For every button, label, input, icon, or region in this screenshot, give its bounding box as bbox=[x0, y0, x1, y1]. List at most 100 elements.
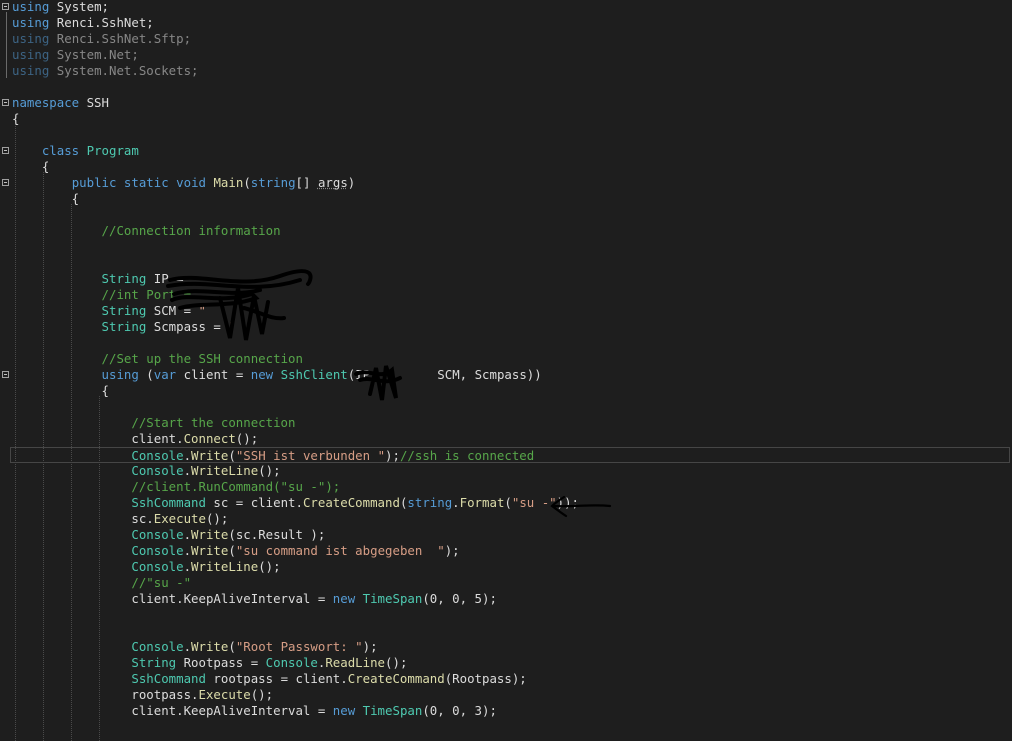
code-text: Console.Write("Root Passwort: "); bbox=[12, 639, 377, 655]
code-token: sc = client. bbox=[205, 495, 303, 510]
code-token: sc. bbox=[12, 511, 154, 526]
collapse-box-icon[interactable] bbox=[2, 147, 9, 154]
code-token: namespace bbox=[12, 95, 80, 110]
code-text: client.KeepAliveInterval = new TimeSpan(… bbox=[12, 591, 497, 607]
code-token: client.KeepAliveInterval = bbox=[12, 703, 333, 718]
code-token: public bbox=[71, 175, 117, 190]
code-token: (); bbox=[235, 431, 259, 446]
code-token: rootpass. bbox=[12, 687, 199, 702]
code-text: SshCommand rootpass = client.CreateComma… bbox=[12, 671, 526, 687]
code-token: . bbox=[183, 559, 192, 574]
code-token: Console bbox=[265, 655, 318, 670]
code-token: { bbox=[12, 383, 109, 398]
collapse-box-icon[interactable] bbox=[2, 3, 9, 10]
code-token: ); bbox=[385, 448, 400, 463]
code-text: using System.Net.Sockets; bbox=[12, 63, 199, 79]
code-token: Renci.SshNet.Sftp; bbox=[49, 31, 192, 46]
code-text: using Renci.SshNet.Sftp; bbox=[12, 31, 191, 47]
code-token: String bbox=[101, 319, 147, 334]
code-token: Format bbox=[459, 495, 505, 510]
code-token: Write bbox=[191, 543, 229, 558]
code-token: String bbox=[101, 303, 147, 318]
code-text: Console.WriteLine(); bbox=[12, 559, 281, 575]
code-text: { bbox=[12, 111, 19, 127]
code-token: ReadLine bbox=[325, 655, 386, 670]
code-token: using bbox=[12, 63, 50, 78]
code-token: string bbox=[407, 495, 453, 510]
code-token: . bbox=[183, 543, 192, 558]
code-token: (); bbox=[258, 559, 281, 574]
code-token: System; bbox=[49, 0, 109, 14]
code-token: ( bbox=[228, 448, 236, 463]
code-token: . bbox=[183, 448, 192, 463]
code-token: SshClient bbox=[280, 367, 348, 382]
code-text: Console.Write(sc.Result ); bbox=[12, 527, 325, 543]
code-token: (); bbox=[250, 687, 274, 702]
code-token: void bbox=[176, 175, 206, 190]
code-token: { bbox=[12, 191, 80, 206]
code-text: { bbox=[12, 383, 109, 399]
code-token: Connect bbox=[183, 431, 236, 446]
code-token: new bbox=[332, 703, 356, 718]
code-editor[interactable]: using System; using Renci.SshNet; using Re… bbox=[0, 0, 1012, 741]
code-token: Execute bbox=[198, 687, 251, 702]
code-token: using bbox=[12, 47, 50, 62]
code-text: //client.RunCommand("su -"); bbox=[12, 479, 340, 495]
code-token: System.Net; bbox=[49, 47, 139, 62]
code-token: . bbox=[183, 639, 192, 654]
code-text: Console.Write("SSH ist verbunden ");//ss… bbox=[12, 448, 534, 464]
code-token: using bbox=[12, 0, 50, 14]
code-token: (); bbox=[205, 511, 229, 526]
code-text: using Renci.SshNet; bbox=[12, 15, 154, 31]
code-token: using bbox=[12, 15, 50, 30]
code-token: Console bbox=[131, 559, 184, 574]
code-token: rootpass = client. bbox=[205, 671, 348, 686]
code-token: Renci.SshNet; bbox=[49, 15, 154, 30]
collapse-box-icon[interactable] bbox=[2, 99, 9, 106]
code-token: "Root Passwort: " bbox=[235, 639, 363, 654]
code-token: TimeSpan bbox=[362, 703, 423, 718]
code-text: public static void Main(string[] args) bbox=[12, 175, 356, 191]
code-token: Rootpass = bbox=[176, 655, 266, 670]
code-text: rootpass.Execute(); bbox=[12, 687, 273, 703]
code-token: client = bbox=[176, 367, 251, 382]
code-token: //client.RunCommand("su -"); bbox=[131, 479, 341, 494]
code-token: SshCommand bbox=[131, 495, 206, 510]
code-token: ( bbox=[228, 543, 236, 558]
code-text: { bbox=[12, 191, 79, 207]
collapse-box-icon[interactable] bbox=[2, 371, 9, 378]
code-text: client.Connect(); bbox=[12, 431, 258, 447]
code-token: Write bbox=[191, 639, 229, 654]
code-token: (0, 0, 5); bbox=[422, 591, 497, 606]
code-token: CreateCommand bbox=[347, 671, 445, 686]
code-line[interactable]: Console.Write("SSH ist verbunden ");//ss… bbox=[10, 447, 1010, 463]
collapse-box-icon[interactable] bbox=[2, 179, 9, 186]
code-token: String bbox=[101, 271, 147, 286]
code-token: WriteLine bbox=[191, 463, 259, 478]
code-text: { bbox=[12, 159, 49, 175]
code-token: System.Net.Sockets; bbox=[49, 63, 199, 78]
code-token: ( bbox=[243, 175, 251, 190]
redaction-scribble bbox=[166, 269, 313, 341]
code-token: Write bbox=[191, 448, 229, 463]
code-token: string bbox=[250, 175, 296, 190]
code-text: //Start the connection bbox=[12, 415, 295, 431]
code-text: client.KeepAliveInterval = new TimeSpan(… bbox=[12, 703, 497, 719]
code-token: client. bbox=[12, 431, 184, 446]
